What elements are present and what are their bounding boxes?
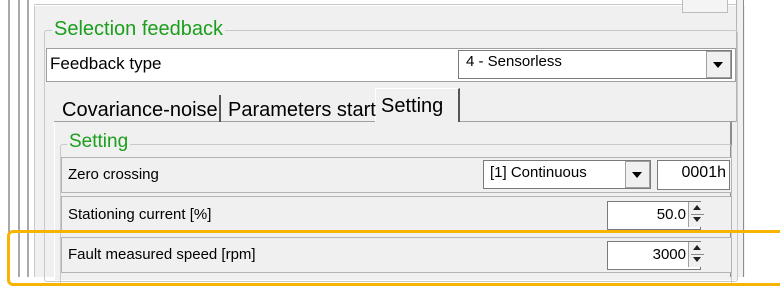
selection-feedback-title: Selection feedback bbox=[52, 17, 226, 41]
panel-top-border bbox=[34, 4, 744, 5]
spin-divider bbox=[691, 214, 704, 215]
zero-crossing-hex-value: 0001h bbox=[681, 164, 727, 181]
feedback-type-value: 4 - Sensorless bbox=[466, 53, 562, 70]
tab-separator bbox=[219, 95, 221, 123]
highlight-box bbox=[7, 230, 780, 286]
spin-down-icon[interactable] bbox=[693, 217, 701, 222]
stationing-current-label: Stationing current [%] bbox=[68, 206, 212, 223]
feedback-type-label: Feedback type bbox=[50, 54, 162, 73]
zero-crossing-label: Zero crossing bbox=[68, 166, 159, 183]
stationing-current-spin-buttons[interactable] bbox=[688, 202, 707, 227]
setting-group-title: Setting bbox=[67, 131, 131, 153]
chevron-down-icon bbox=[713, 62, 723, 68]
zero-crossing-value: [1] Continuous bbox=[490, 164, 587, 181]
chevron-down-icon bbox=[632, 172, 642, 178]
partial-button[interactable] bbox=[682, 0, 728, 13]
zero-crossing-dropdown-button[interactable] bbox=[625, 161, 650, 188]
spin-up-icon[interactable] bbox=[693, 205, 701, 210]
tab-parameters-start[interactable]: Parameters start bbox=[228, 97, 376, 123]
stationing-current-value: 50.0 bbox=[656, 206, 686, 223]
feedback-type-dropdown-button[interactable] bbox=[706, 51, 731, 78]
tab-setting[interactable]: Setting bbox=[381, 93, 443, 119]
tab-covariance-noise[interactable]: Covariance-noise bbox=[62, 97, 218, 123]
